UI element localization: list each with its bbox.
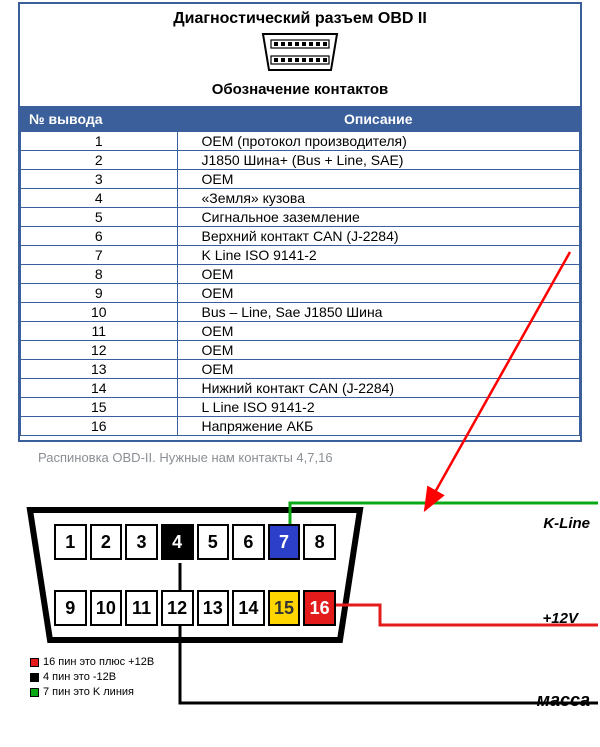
- cell-desc: OEM: [177, 322, 579, 341]
- cell-desc: OEM: [177, 284, 579, 303]
- cell-pin: 8: [21, 265, 178, 284]
- cell-pin: 14: [21, 379, 178, 398]
- label-mass: масса: [537, 690, 590, 711]
- connector-pin-8: 8: [303, 524, 336, 560]
- connector-shell: 12345678 910111213141516: [30, 510, 360, 640]
- cell-pin: 6: [21, 227, 178, 246]
- cell-desc: Сигнальное заземление: [177, 208, 579, 227]
- cell-pin: 3: [21, 170, 178, 189]
- table-row: 15L Line ISO 9141-2: [21, 398, 580, 417]
- connector-pin-3: 3: [125, 524, 158, 560]
- cell-desc: J1850 Шина+ (Bus + Line, SAE): [177, 151, 579, 170]
- table-row: 9OEM: [21, 284, 580, 303]
- connector-pin-14: 14: [232, 590, 265, 626]
- connector-pin-11: 11: [125, 590, 158, 626]
- cell-desc: OEM: [177, 265, 579, 284]
- table-row: 11OEM: [21, 322, 580, 341]
- label-12v: +12V: [543, 610, 578, 627]
- connector-pin-5: 5: [197, 524, 230, 560]
- pin-legend: 16 пин это плюс +12В 4 пин это -12В 7 пи…: [30, 655, 154, 700]
- table-row: 12OEM: [21, 341, 580, 360]
- cell-desc: OEM: [177, 341, 579, 360]
- table-row: 3OEM: [21, 170, 580, 189]
- card-subtitle: Обозначение контактов: [20, 79, 580, 106]
- table-row: 8OEM: [21, 265, 580, 284]
- cell-pin: 11: [21, 322, 178, 341]
- table-row: 14Нижний контакт CAN (J-2284): [21, 379, 580, 398]
- cell-pin: 5: [21, 208, 178, 227]
- table-row: 7K Line ISO 9141-2: [21, 246, 580, 265]
- cell-pin: 7: [21, 246, 178, 265]
- cell-pin: 1: [21, 132, 178, 151]
- cell-pin: 15: [21, 398, 178, 417]
- legend-swatch-red: [30, 658, 39, 667]
- legend-swatch-black: [30, 673, 39, 682]
- caption-text: Распиновка OBD-II. Нужные нам контакты 4…: [38, 450, 572, 465]
- connector-pin-9: 9: [54, 590, 87, 626]
- cell-desc: Напряжение АКБ: [177, 417, 579, 436]
- connector-pin-16: 16: [303, 590, 336, 626]
- cell-pin: 12: [21, 341, 178, 360]
- obd-connector-icon: [20, 30, 580, 79]
- cell-pin: 4: [21, 189, 178, 208]
- table-row: 2J1850 Шина+ (Bus + Line, SAE): [21, 151, 580, 170]
- table-row: 6Верхний контакт CAN (J-2284): [21, 227, 580, 246]
- connector-pin-13: 13: [197, 590, 230, 626]
- cell-pin: 13: [21, 360, 178, 379]
- table-row: 10Bus – Line, Sae J1850 Шина: [21, 303, 580, 322]
- legend-text: 16 пин это плюс +12В: [43, 655, 154, 670]
- cell-desc: Bus – Line, Sae J1850 Шина: [177, 303, 579, 322]
- pinout-card: Диагностический разъем OBD II Обозначен: [18, 2, 582, 442]
- legend-text: 7 пин это K линия: [43, 685, 134, 700]
- legend-swatch-green: [30, 688, 39, 697]
- cell-desc: L Line ISO 9141-2: [177, 398, 579, 417]
- cell-pin: 2: [21, 151, 178, 170]
- cell-pin: 16: [21, 417, 178, 436]
- pinout-table: № вывода Описание 1OEM (протокол произво…: [20, 106, 580, 436]
- connector-pin-10: 10: [90, 590, 123, 626]
- col-description: Описание: [177, 107, 579, 132]
- cell-pin: 10: [21, 303, 178, 322]
- wiring-diagram: 12345678 910111213141516 16 пин это плюс…: [0, 475, 600, 725]
- table-row: 4«Земля» кузова: [21, 189, 580, 208]
- table-row: 13OEM: [21, 360, 580, 379]
- connector-pin-6: 6: [232, 524, 265, 560]
- cell-desc: «Земля» кузова: [177, 189, 579, 208]
- cell-desc: OEM: [177, 170, 579, 189]
- cell-desc: Верхний контакт CAN (J-2284): [177, 227, 579, 246]
- cell-pin: 9: [21, 284, 178, 303]
- col-pin-number: № вывода: [21, 107, 178, 132]
- connector-pin-2: 2: [90, 524, 123, 560]
- cell-desc: OEM (протокол производителя): [177, 132, 579, 151]
- cell-desc: K Line ISO 9141-2: [177, 246, 579, 265]
- table-row: 5Сигнальное заземление: [21, 208, 580, 227]
- table-row: 16Напряжение АКБ: [21, 417, 580, 436]
- connector-pin-12: 12: [161, 590, 194, 626]
- connector-pin-1: 1: [54, 524, 87, 560]
- cell-desc: OEM: [177, 360, 579, 379]
- connector-pin-4: 4: [161, 524, 194, 560]
- connector-pin-7: 7: [268, 524, 301, 560]
- table-row: 1OEM (протокол производителя): [21, 132, 580, 151]
- label-kline: K-Line: [543, 515, 590, 532]
- connector-pin-15: 15: [268, 590, 301, 626]
- card-title: Диагностический разъем OBD II: [20, 4, 580, 30]
- cell-desc: Нижний контакт CAN (J-2284): [177, 379, 579, 398]
- legend-text: 4 пин это -12В: [43, 670, 116, 685]
